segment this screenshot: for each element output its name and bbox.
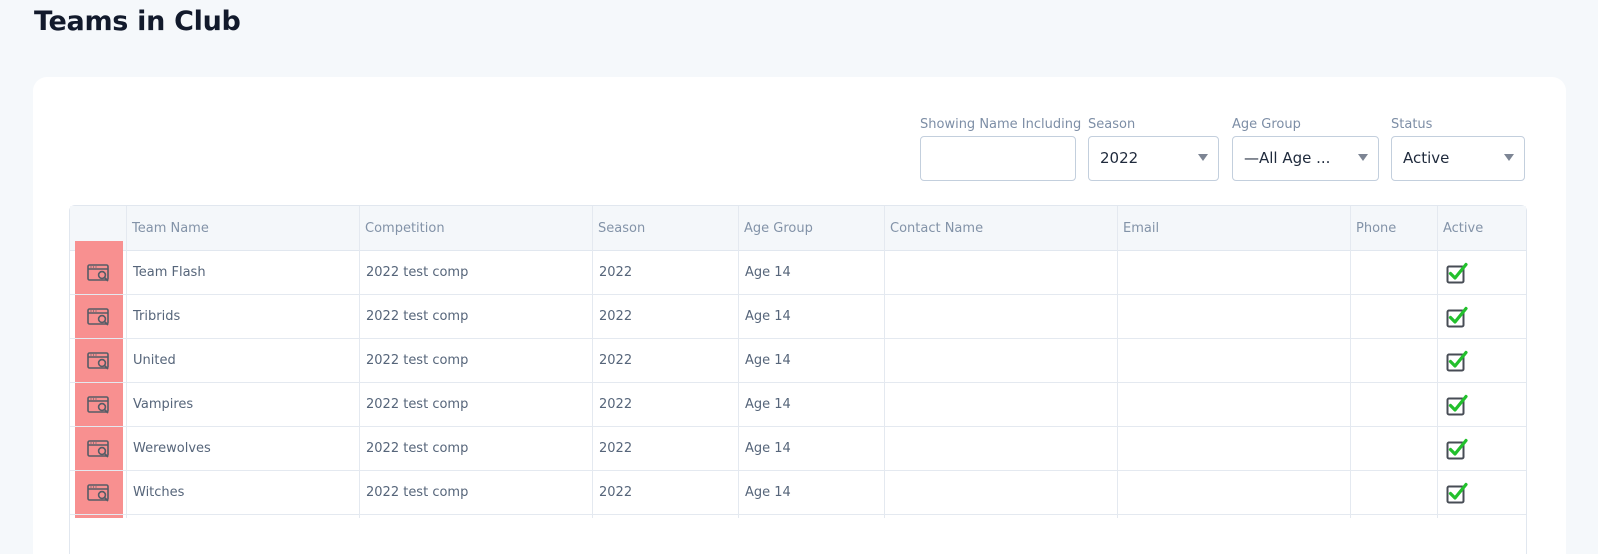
cell-contact-name xyxy=(885,383,891,427)
view-details-icon xyxy=(87,484,109,502)
cell-contact-name xyxy=(885,471,891,515)
header-email[interactable]: Email xyxy=(1117,206,1159,251)
chevron-down-icon xyxy=(1198,154,1208,161)
status-filter-label: Status xyxy=(1391,117,1433,132)
cell-season: 2022 xyxy=(599,441,633,456)
header-phone[interactable]: Phone xyxy=(1350,206,1396,251)
cell-age-group: Age 14 xyxy=(745,353,791,368)
view-details-icon xyxy=(87,352,109,370)
cell-contact-name xyxy=(885,295,891,339)
view-team-button[interactable] xyxy=(75,471,123,515)
view-team-button[interactable] xyxy=(75,383,123,427)
age-group-select-value: —All Age ... xyxy=(1244,149,1331,167)
cell-phone xyxy=(1351,251,1357,295)
cell-team-name: Team Flash xyxy=(133,265,206,280)
table-row: United 2022 test comp 2022 Age 14 xyxy=(70,339,1526,383)
cell-competition: 2022 test comp xyxy=(366,353,469,368)
view-team-button[interactable] xyxy=(75,295,123,339)
cell-season: 2022 xyxy=(599,353,633,368)
view-team-button[interactable] xyxy=(75,427,123,471)
cell-age-group: Age 14 xyxy=(745,485,791,500)
cell-age-group: Age 14 xyxy=(745,265,791,280)
cell-team-name: Tribrids xyxy=(133,309,181,324)
header-active[interactable]: Active xyxy=(1437,206,1483,251)
table-row: Werewolves 2022 test comp 2022 Age 14 xyxy=(70,427,1526,471)
season-filter-label: Season xyxy=(1088,117,1136,132)
status-select[interactable]: Active xyxy=(1391,136,1525,181)
teams-card: Showing Name Including Season 2022 Age G… xyxy=(33,77,1566,554)
table-header: Team Name Competition Season Age Group C… xyxy=(70,206,1526,251)
cell-season: 2022 xyxy=(599,309,633,324)
cell-season: 2022 xyxy=(599,397,633,412)
cell-team-name: Witches xyxy=(133,485,185,500)
cell-competition: 2022 test comp xyxy=(366,397,469,412)
cell-competition: 2022 test comp xyxy=(366,265,469,280)
cell-contact-name xyxy=(885,427,891,471)
cell-team-name: United xyxy=(133,353,176,368)
view-details-icon xyxy=(87,264,109,282)
header-team-name[interactable]: Team Name xyxy=(126,206,209,251)
page-title: Teams in Club xyxy=(34,6,241,37)
checkbox-checked-icon xyxy=(1446,438,1468,460)
cell-email xyxy=(1118,251,1124,295)
teams-table: Team Name Competition Season Age Group C… xyxy=(69,205,1527,554)
table-row: Team Flash 2022 test comp 2022 Age 14 xyxy=(70,251,1526,295)
view-team-button[interactable] xyxy=(75,339,123,383)
cell-contact-name xyxy=(885,251,891,295)
cell-email xyxy=(1118,427,1124,471)
chevron-down-icon xyxy=(1504,154,1514,161)
cell-phone xyxy=(1351,383,1357,427)
name-filter-label: Showing Name Including xyxy=(920,117,1082,132)
cell-season: 2022 xyxy=(599,265,633,280)
age-group-select[interactable]: —All Age ... xyxy=(1232,136,1379,181)
cell-email xyxy=(1118,383,1124,427)
cell-email xyxy=(1118,295,1124,339)
cell-phone xyxy=(1351,339,1357,383)
header-season[interactable]: Season xyxy=(592,206,645,251)
cell-email xyxy=(1118,471,1124,515)
cell-team-name: Vampires xyxy=(133,397,194,412)
cell-phone xyxy=(1351,427,1357,471)
view-team-button[interactable] xyxy=(75,251,123,295)
cell-team-name: Werewolves xyxy=(133,441,211,456)
checkbox-checked-icon xyxy=(1446,306,1468,328)
checkbox-checked-icon xyxy=(1446,350,1468,372)
checkbox-checked-icon xyxy=(1446,482,1468,504)
checkbox-checked-icon xyxy=(1446,262,1468,284)
header-contact-name[interactable]: Contact Name xyxy=(884,206,983,251)
season-select-value: 2022 xyxy=(1100,149,1139,167)
view-details-icon xyxy=(87,440,109,458)
table-row: Vampires 2022 test comp 2022 Age 14 xyxy=(70,383,1526,427)
cell-email xyxy=(1118,339,1124,383)
view-details-icon xyxy=(87,396,109,414)
checkbox-checked-icon xyxy=(1446,394,1468,416)
cell-age-group: Age 14 xyxy=(745,441,791,456)
header-competition[interactable]: Competition xyxy=(359,206,445,251)
cell-competition: 2022 test comp xyxy=(366,441,469,456)
cell-season: 2022 xyxy=(599,485,633,500)
status-select-value: Active xyxy=(1403,149,1450,167)
name-filter-input[interactable] xyxy=(920,136,1076,181)
cell-age-group: Age 14 xyxy=(745,309,791,324)
cell-contact-name xyxy=(885,339,891,383)
cell-phone xyxy=(1351,295,1357,339)
age-group-filter-label: Age Group xyxy=(1232,117,1301,132)
table-row: Tribrids 2022 test comp 2022 Age 14 xyxy=(70,295,1526,339)
cell-phone xyxy=(1351,471,1357,515)
cell-competition: 2022 test comp xyxy=(366,485,469,500)
cell-age-group: Age 14 xyxy=(745,397,791,412)
cell-competition: 2022 test comp xyxy=(366,309,469,324)
season-select[interactable]: 2022 xyxy=(1088,136,1219,181)
view-details-icon xyxy=(87,308,109,326)
header-age-group[interactable]: Age Group xyxy=(738,206,813,251)
chevron-down-icon xyxy=(1358,154,1368,161)
table-row: Witches 2022 test comp 2022 Age 14 xyxy=(70,471,1526,515)
